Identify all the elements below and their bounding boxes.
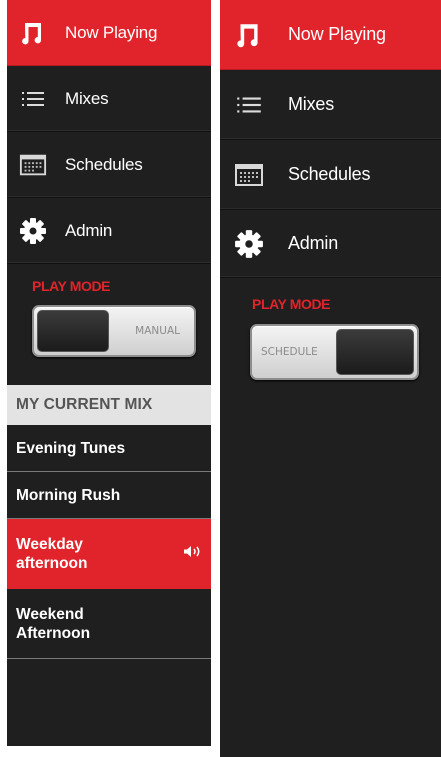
- list-icon: [19, 85, 47, 113]
- mix-item[interactable]: Evening Tunes: [7, 425, 211, 472]
- play-mode-toggle[interactable]: MANUAL: [32, 305, 196, 357]
- nav-admin[interactable]: Admin: [7, 198, 211, 264]
- nav-schedules-label: Schedules: [65, 154, 143, 174]
- list-icon: [234, 90, 264, 120]
- nav-schedules-label: Schedules: [288, 164, 371, 184]
- nav-mixes[interactable]: Mixes: [7, 66, 211, 132]
- current-mix-list: Evening Tunes Morning Rush Weekday after…: [7, 425, 211, 659]
- nav-now-playing-label: Now Playing: [65, 22, 158, 42]
- nav-now-playing[interactable]: Now Playing: [220, 0, 441, 70]
- toggle-knob[interactable]: [336, 329, 414, 375]
- calendar-icon: [234, 160, 264, 190]
- current-mix-header: MY CURRENT MIX: [7, 385, 211, 425]
- music-note-icon: [19, 19, 47, 47]
- mix-item-label: Evening Tunes: [16, 439, 126, 457]
- nav-now-playing[interactable]: Now Playing: [7, 0, 211, 66]
- nav-admin-label: Admin: [288, 233, 339, 253]
- mix-item-label: Weekday afternoon: [16, 535, 88, 572]
- nav-schedules[interactable]: Schedules: [7, 132, 211, 198]
- nav-mixes-label: Mixes: [65, 88, 109, 108]
- gear-icon: [19, 217, 47, 245]
- nav-schedules[interactable]: Schedules: [220, 140, 441, 210]
- gear-icon: [234, 229, 264, 259]
- nav-admin-label: Admin: [65, 220, 113, 240]
- play-mode-title: PLAY MODE: [252, 296, 331, 312]
- nav-admin[interactable]: Admin: [220, 210, 441, 278]
- toggle-label: MANUAL: [135, 325, 180, 337]
- nav-now-playing-label: Now Playing: [288, 24, 386, 44]
- music-note-icon: [234, 20, 264, 50]
- mix-item-label: Morning Rush: [16, 486, 121, 504]
- mix-item[interactable]: Weekend Afternoon: [7, 589, 211, 659]
- mix-item[interactable]: Morning Rush: [7, 472, 211, 519]
- mix-item-active[interactable]: Weekday afternoon: [7, 519, 211, 589]
- play-mode-title: PLAY MODE: [32, 278, 111, 294]
- play-mode-toggle[interactable]: SCHEDULE: [250, 324, 419, 380]
- right-sidebar: Now Playing Mixes Schedules Admin PLAY M…: [220, 0, 441, 757]
- mix-item-label: Weekend Afternoon: [16, 605, 91, 642]
- speaker-icon: [183, 544, 203, 563]
- toggle-label: SCHEDULE: [261, 346, 318, 358]
- left-sidebar: Now Playing Mixes Schedules Admin PLAY M…: [7, 0, 211, 746]
- toggle-knob[interactable]: [37, 310, 109, 352]
- nav-mixes[interactable]: Mixes: [220, 70, 441, 140]
- calendar-icon: [19, 151, 47, 179]
- nav-mixes-label: Mixes: [288, 94, 335, 114]
